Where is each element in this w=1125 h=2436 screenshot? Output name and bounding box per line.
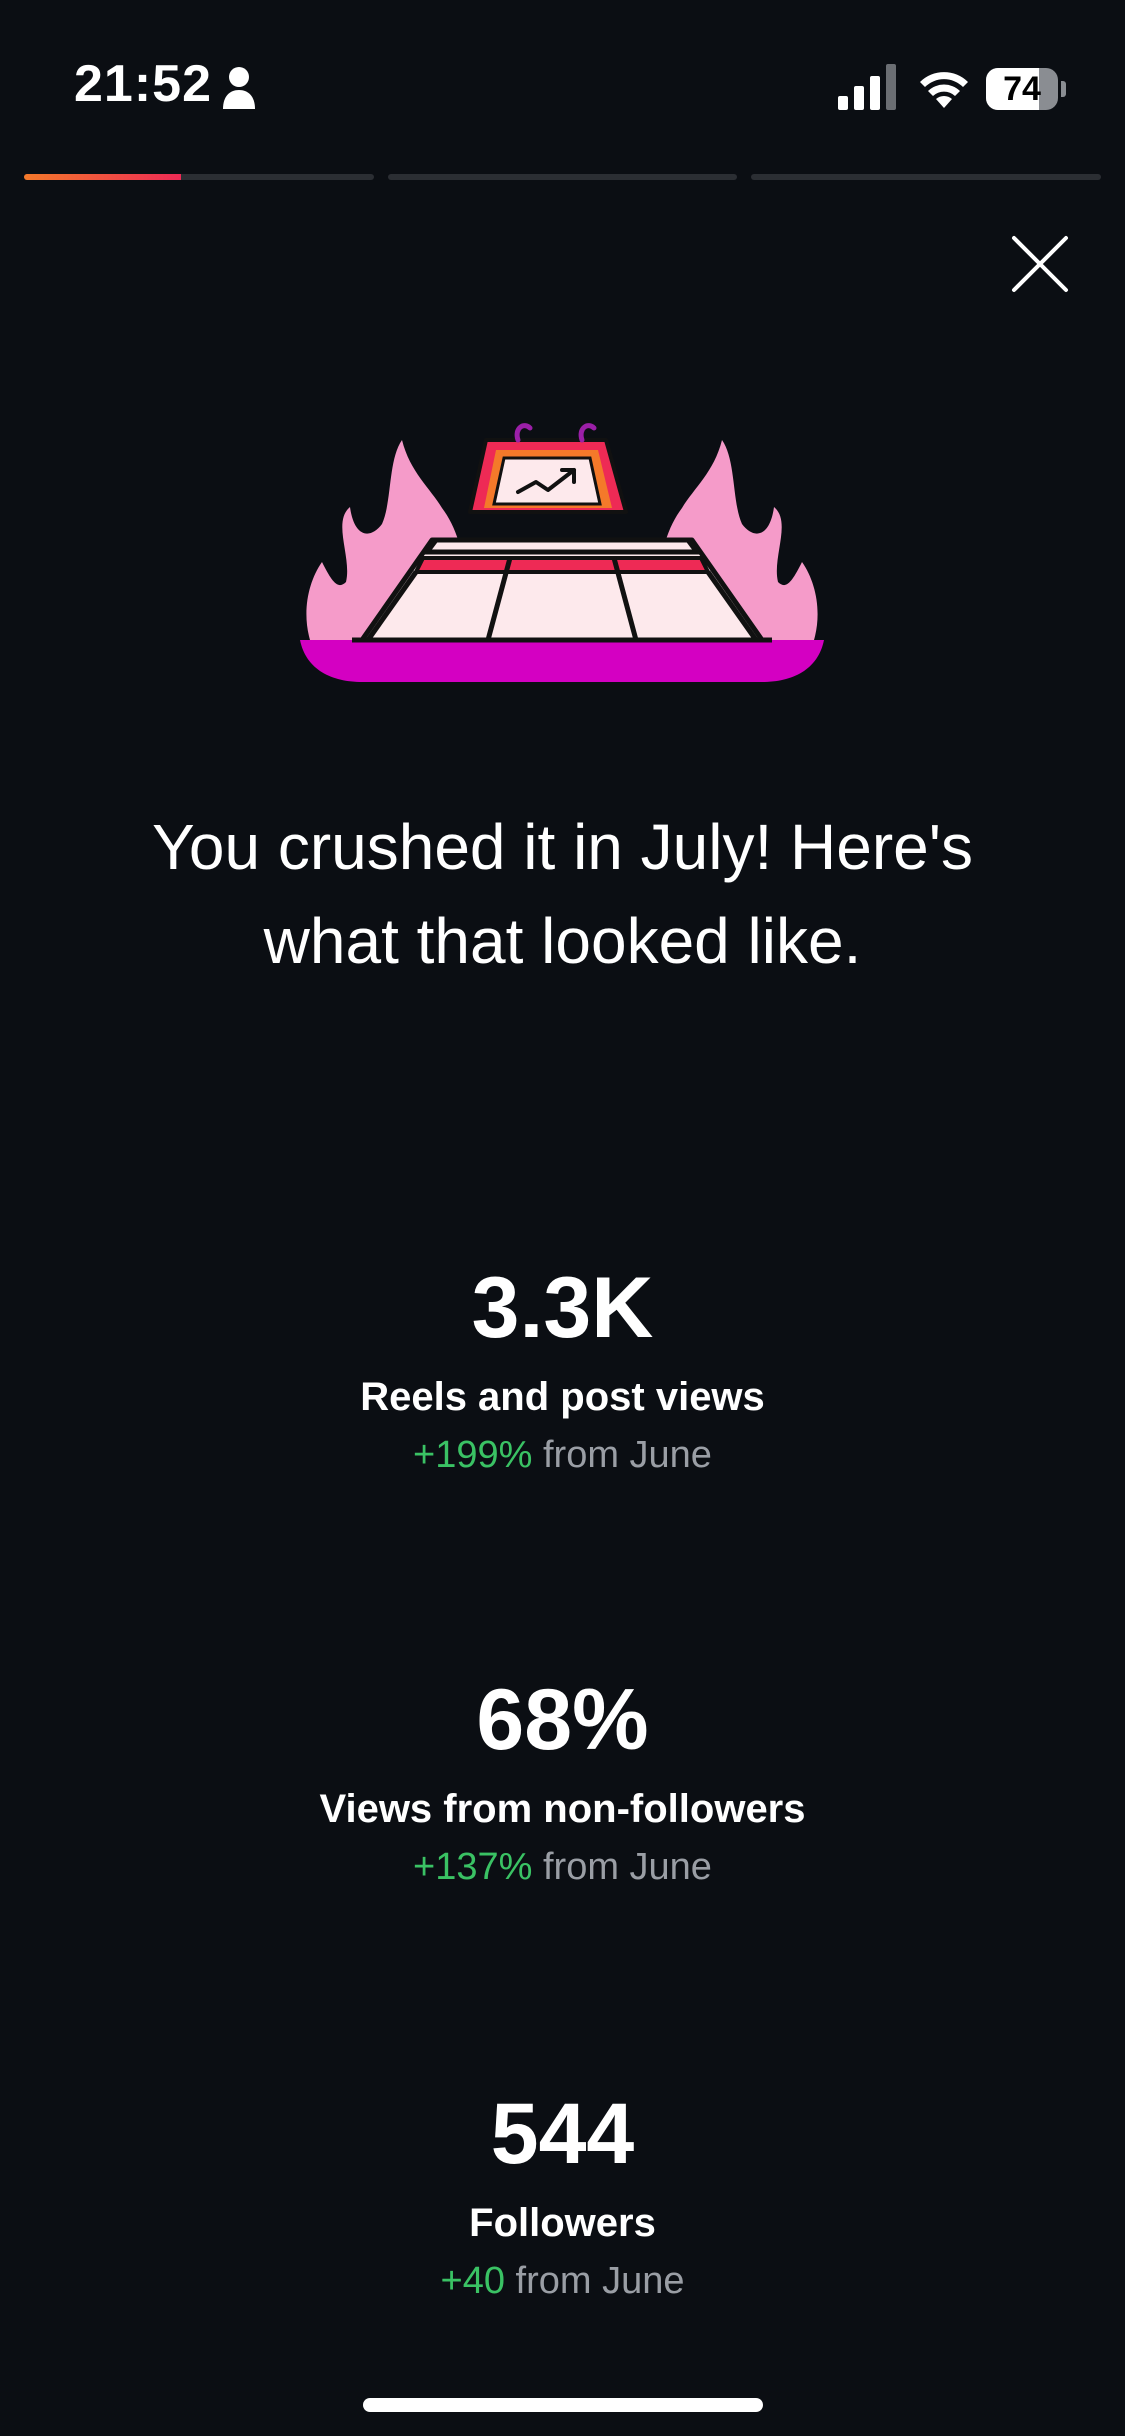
stat-delta-suffix: from June xyxy=(504,2260,685,2302)
stat-value: 3.3K xyxy=(471,1260,654,1356)
stat-label: Views from non-followers xyxy=(319,1787,806,1831)
stat-value: 68% xyxy=(476,1672,649,1768)
page-title: You crushed it in July! Here's what that… xyxy=(152,811,973,977)
person-icon xyxy=(223,67,255,109)
status-bar: 21:52 74 xyxy=(0,0,1125,160)
stat-followers: 544 Followers +40 from June xyxy=(0,2084,1125,2306)
story-progress-segment-3 xyxy=(751,174,1102,180)
stat-change: +40 from June xyxy=(0,2256,1125,2306)
stat-value: 544 xyxy=(490,2086,635,2182)
battery-icon: 74 xyxy=(986,68,1066,110)
story-progress-segment-1 xyxy=(24,174,374,180)
stat-delta: +199% xyxy=(413,1434,533,1476)
stat-label: Followers xyxy=(469,2201,656,2245)
story-progress-segment-2 xyxy=(387,174,738,180)
close-button[interactable] xyxy=(1008,232,1072,296)
story-progress xyxy=(24,174,1102,180)
home-indicator[interactable] xyxy=(363,2398,763,2412)
stat-delta: +137% xyxy=(413,1846,533,1888)
stat-delta-suffix: from June xyxy=(532,1434,712,1476)
stat-delta-suffix: from June xyxy=(532,1846,712,1888)
stat-reels-post-views: 3.3K Reels and post views +199% from Jun… xyxy=(0,1258,1125,1480)
chart-on-fire-platter-icon xyxy=(300,423,824,682)
signal-icon xyxy=(838,64,896,110)
stat-views-non-followers: 68% Views from non-followers +137% from … xyxy=(0,1670,1125,1892)
stat-change: +199% from June xyxy=(0,1430,1125,1480)
status-time: 21:52 xyxy=(74,55,212,113)
wifi-icon xyxy=(920,72,968,108)
stat-label: Reels and post views xyxy=(360,1375,765,1419)
stat-delta: +40 xyxy=(440,2260,505,2302)
battery-level: 74 xyxy=(1003,70,1041,108)
close-icon xyxy=(1012,236,1068,292)
stat-change: +137% from June xyxy=(0,1842,1125,1892)
